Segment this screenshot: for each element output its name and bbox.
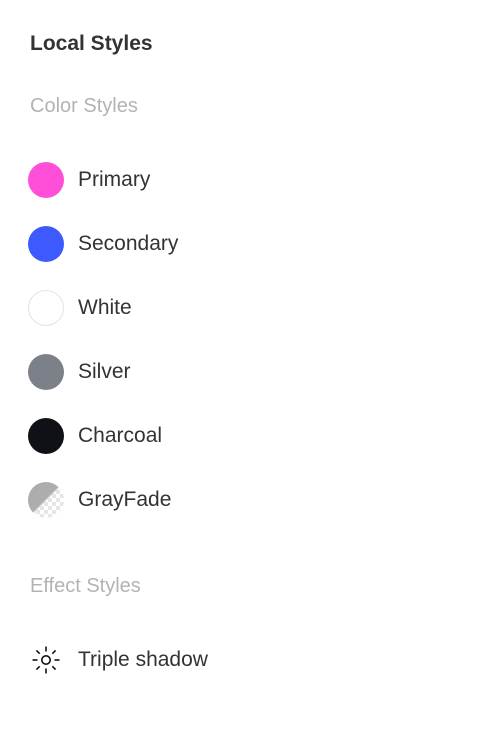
color-style-silver[interactable]: Silver <box>28 354 448 390</box>
panel-title: Local Styles <box>30 32 153 55</box>
primary-swatch <box>28 162 64 198</box>
color-style-charcoal[interactable]: Charcoal <box>28 418 448 454</box>
color-style-white[interactable]: White <box>28 290 448 326</box>
color-style-secondary[interactable]: Secondary <box>28 226 448 262</box>
grayfade-swatch <box>28 482 64 518</box>
effect-style-triple-shadow[interactable]: Triple shadow <box>28 642 448 678</box>
local-styles-panel: Local Styles Color Styles Primary Second… <box>0 0 478 730</box>
effect-styles-header: Effect Styles <box>30 575 141 597</box>
silver-swatch <box>28 354 64 390</box>
color-style-label: Charcoal <box>78 424 163 447</box>
color-style-label: Silver <box>78 360 131 383</box>
effect-style-label: Triple shadow <box>78 648 208 671</box>
color-style-label: Primary <box>78 168 151 191</box>
color-style-label: Secondary <box>78 232 179 255</box>
color-style-grayfade[interactable]: GrayFade <box>28 482 448 518</box>
white-swatch <box>28 290 64 326</box>
color-style-label: White <box>78 296 132 319</box>
secondary-swatch <box>28 226 64 262</box>
charcoal-swatch <box>28 418 64 454</box>
color-style-primary[interactable]: Primary <box>28 162 448 198</box>
color-styles-header: Color Styles <box>30 95 138 117</box>
sun-effect-icon <box>28 642 64 678</box>
color-style-label: GrayFade <box>78 488 172 511</box>
